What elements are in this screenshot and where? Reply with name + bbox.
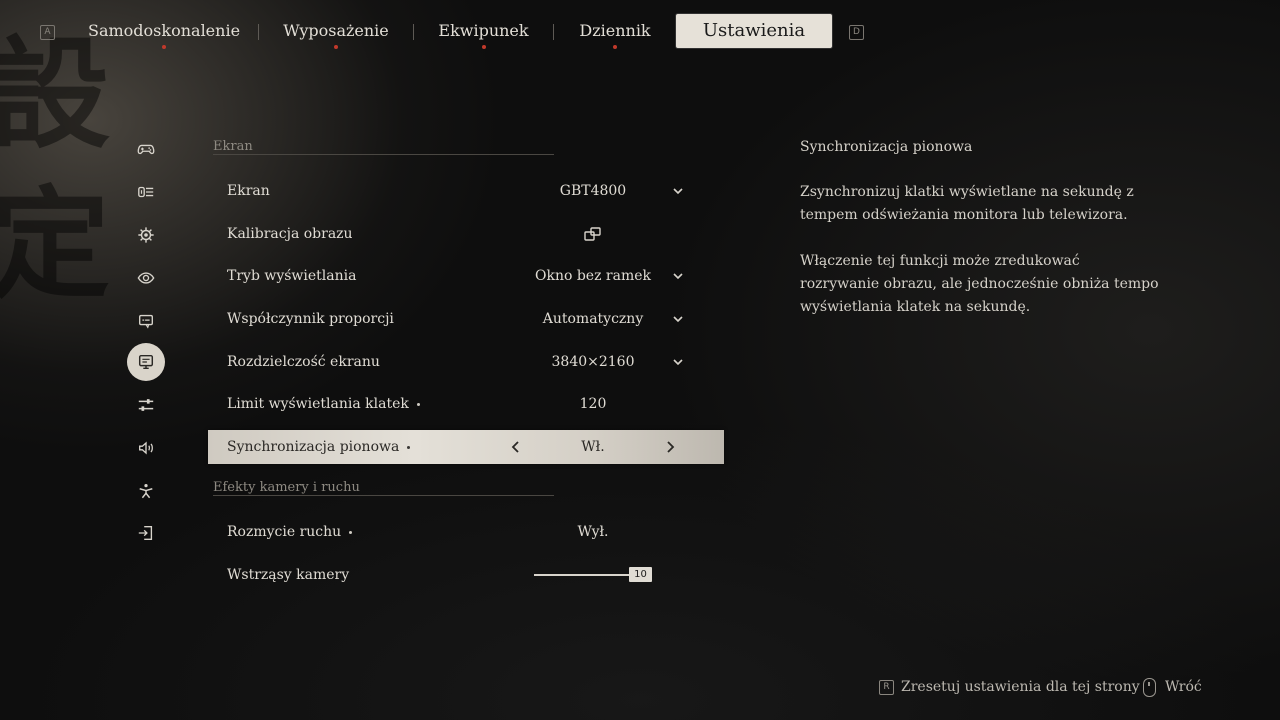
sidebar-item-accessibility[interactable] (127, 472, 165, 510)
description-title: Synchronizacja pionowa (800, 139, 973, 155)
description-paragraph: Zsynchronizuj klatki wyświetlane na seku… (800, 184, 1134, 223)
gamepad-icon (137, 144, 155, 155)
setting-row-calibration[interactable]: Kalibracja obrazu (208, 217, 724, 251)
setting-label-text: Synchronizacja pionowa (227, 439, 400, 455)
setting-label: Współczynnik proporcji (227, 311, 394, 327)
chevron-down-icon[interactable] (672, 313, 684, 325)
setting-label-text: Rozmycie ruchu (227, 524, 342, 540)
info-bullet (407, 445, 411, 449)
setting-label: Wstrząsy kamery (227, 567, 350, 583)
tab-dziennik[interactable]: Dziennik (572, 14, 658, 49)
tab-ekwipunek[interactable]: Ekwipunek (430, 14, 537, 49)
sidebar-item-gameplay[interactable] (127, 216, 165, 254)
controls-icon (138, 186, 154, 198)
prev-tab-key-hint[interactable]: A (40, 25, 55, 40)
arrow-right-icon[interactable] (664, 440, 676, 454)
next-tab-key-hint[interactable]: D (849, 25, 864, 40)
info-bullet (349, 530, 353, 534)
exit-icon (138, 526, 153, 540)
setting-value: 3840×2160 (551, 354, 635, 370)
description-paragraph: Włączenie tej funkcji może zredukować ro… (800, 253, 1159, 315)
setting-label: Kalibracja obrazu (227, 226, 353, 242)
setting-label-text: Limit wyświetlania klatek (227, 396, 409, 412)
tab-separator (413, 24, 414, 40)
setting-row-motion-blur[interactable]: Rozmycie ruchu Wył. (208, 515, 724, 549)
reset-page-button[interactable]: R Zresetuj ustawienia dla tej strony (879, 676, 1140, 698)
eye-icon (137, 272, 155, 284)
setting-row-screen[interactable]: Ekran GBT4800 (208, 174, 724, 208)
sidebar-item-controls[interactable] (127, 173, 165, 211)
notification-dot (334, 45, 338, 49)
sidebar-item-controller[interactable] (127, 130, 165, 168)
sidebar-item-subtitles[interactable] (127, 302, 165, 340)
gear-icon (138, 227, 154, 243)
tab-separator (553, 24, 554, 40)
slider-fill (534, 574, 640, 576)
notification-dot (481, 45, 486, 49)
setting-value: Okno bez ramek (534, 268, 651, 284)
sidebar-item-visibility[interactable] (127, 259, 165, 297)
tab-label: Ustawienia (702, 20, 806, 41)
setting-label: Rozdzielczość ekranu (227, 354, 380, 370)
setting-value: 120 (579, 396, 607, 412)
tab-samodoskonalenie[interactable]: Samodoskonalenie (88, 14, 241, 49)
chevron-down-icon[interactable] (672, 185, 684, 197)
description-panel: Synchronizacja pionowa Zsynchronizuj kla… (800, 136, 1160, 342)
chevron-down-icon[interactable] (672, 270, 684, 282)
notification-dot (613, 45, 617, 49)
reset-label: Zresetuj ustawienia dla tej strony (901, 679, 1140, 695)
setting-label: Rozmycie ruchu (227, 515, 353, 549)
open-window-icon[interactable] (584, 226, 602, 242)
section-title-camera: Efekty kamery i ruchu (213, 480, 360, 495)
speaker-icon (139, 441, 153, 455)
setting-label: Ekran (227, 183, 270, 199)
mouse-icon (1143, 677, 1156, 697)
top-nav: A Samodoskonalenie Wyposażenie Ekwipunek… (0, 0, 1280, 64)
setting-row-aspect-ratio[interactable]: Współczynnik proporcji Automatyczny (208, 302, 724, 336)
notification-dot (162, 45, 166, 49)
tab-label: Ekwipunek (438, 21, 529, 40)
setting-row-display-mode[interactable]: Tryb wyświetlania Okno bez ramek (208, 259, 724, 293)
setting-value: Wył. (577, 524, 609, 540)
tab-separator (258, 24, 259, 40)
chevron-down-icon[interactable] (672, 356, 684, 368)
reset-key-hint: R (879, 679, 894, 695)
sidebar-item-exit[interactable] (127, 514, 165, 552)
back-label: Wróć (1165, 679, 1202, 695)
tab-label: Wyposażenie (283, 21, 389, 40)
setting-label: Tryb wyświetlania (227, 268, 357, 284)
chat-icon (139, 314, 153, 329)
setting-label: Limit wyświetlania klatek (227, 387, 420, 421)
setting-value: GBT4800 (559, 183, 627, 199)
section-divider (213, 495, 554, 496)
tab-label: Dziennik (579, 21, 651, 40)
setting-label: Synchronizacja pionowa (227, 430, 411, 464)
sliders-icon (138, 399, 154, 411)
tab-wyposazenie[interactable]: Wyposażenie (276, 14, 396, 49)
camera-shake-slider[interactable] (534, 574, 640, 576)
setting-row-frame-limit[interactable]: Limit wyświetlania klatek 120 (208, 387, 724, 421)
setting-row-vsync[interactable]: Synchronizacja pionowa Wł. (208, 430, 724, 464)
setting-value: Wł. (581, 439, 605, 455)
section-divider (213, 154, 554, 155)
sidebar-item-display[interactable] (127, 343, 165, 381)
info-bullet (416, 402, 420, 406)
accessibility-icon (139, 483, 153, 499)
setting-row-resolution[interactable]: Rozdzielczość ekranu 3840×2160 (208, 345, 724, 379)
setting-value: Automatyczny (542, 311, 644, 327)
tab-label: Samodoskonalenie (88, 21, 241, 40)
back-button[interactable]: Wróć (1143, 676, 1202, 698)
slider-handle-value[interactable]: 10 (629, 567, 652, 582)
monitor-icon (138, 354, 154, 370)
sidebar-item-graphics[interactable] (127, 386, 165, 424)
setting-row-camera-shake[interactable]: Wstrząsy kamery 10 (208, 558, 724, 592)
sidebar-item-audio[interactable] (127, 429, 165, 467)
section-title-display: Ekran (213, 139, 253, 154)
tab-ustawienia[interactable]: Ustawienia (676, 14, 832, 48)
